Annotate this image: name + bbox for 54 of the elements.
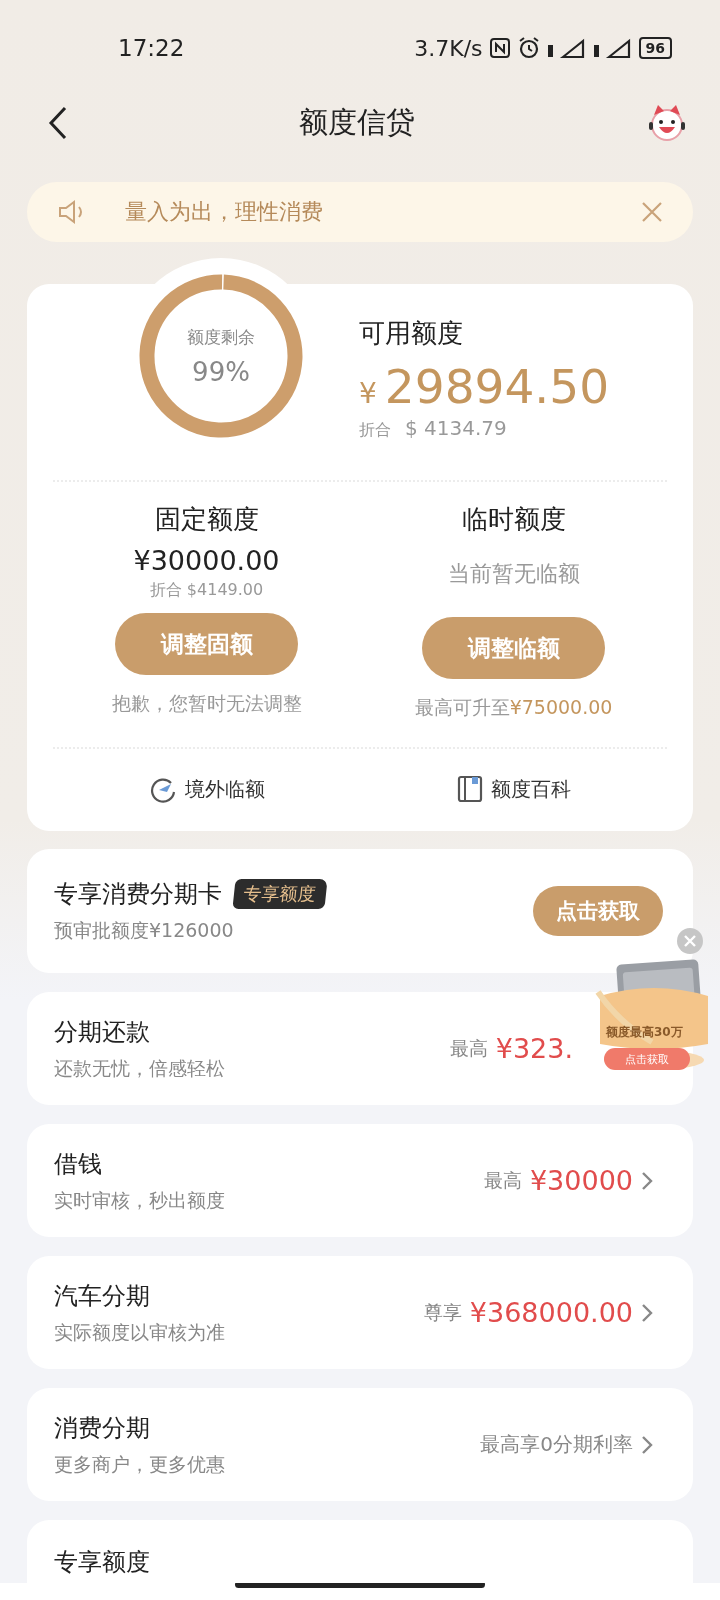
- quota-note: 当前暂无临额: [447, 560, 580, 588]
- promo-title: 专享消费分期卡: [54, 879, 222, 910]
- ring-value: 99%: [192, 356, 250, 387]
- converted-label: 折合: [359, 420, 391, 441]
- converted-amount: $ 4134.79: [405, 416, 507, 440]
- product-value: ¥368000.00: [469, 1297, 633, 1328]
- product-title: 消费分期: [54, 1412, 151, 1444]
- available-title: 可用额度: [359, 317, 464, 350]
- chevron-right-icon: [641, 1170, 653, 1191]
- ad-caption: 额度最高30万: [606, 1024, 683, 1041]
- promo-subtitle: 预审批额度¥126000: [54, 918, 235, 943]
- product-row[interactable]: 消费分期 更多商户，更多优惠 最高享0分期利率: [27, 1388, 693, 1501]
- product-title: 专享额度: [54, 1548, 150, 1576]
- nfc-icon: [488, 37, 511, 59]
- battery-level: 96: [638, 37, 672, 59]
- product-subtitle: 还款无忧，倍感轻松: [54, 1055, 226, 1081]
- network-speed: 3.7K/s: [414, 35, 483, 61]
- notice-text: 量入为出，理性消费: [125, 198, 324, 226]
- product-title: 借钱: [54, 1148, 103, 1180]
- quick-link[interactable]: 额度百科: [490, 775, 571, 803]
- status-time: 17:22: [118, 35, 185, 61]
- adjust-hint: 抱歉，您暂时无法调整: [111, 691, 302, 716]
- signal-icon: [592, 37, 633, 59]
- product-subtitle: 实时审核，秒出额度: [54, 1187, 226, 1213]
- mascot-icon[interactable]: [646, 103, 688, 143]
- product-row[interactable]: 借钱 实时审核，秒出额度 最高 ¥30000: [27, 1124, 693, 1237]
- product-value: 最高享0分期利率: [480, 1431, 633, 1458]
- chevron-right-icon: [641, 1302, 653, 1323]
- quick-link[interactable]: 境外临额: [184, 775, 265, 803]
- exclusive-tag: 专享额度: [232, 879, 328, 909]
- ring-label: 额度剩余: [187, 325, 255, 349]
- adjust-hint: 最高可升至¥75000.00: [414, 695, 613, 720]
- product-row[interactable]: 汽车分期 实际额度以审核为准 尊享 ¥368000.00: [27, 1256, 693, 1369]
- quota-type-title: 固定额度: [154, 503, 259, 536]
- quota-type-title: 临时额度: [461, 503, 566, 536]
- signal-icon: [546, 37, 587, 59]
- product-row[interactable]: 专享额度: [27, 1520, 693, 1583]
- product-title: 汽车分期: [54, 1280, 151, 1312]
- product-value: ¥30000: [529, 1165, 633, 1196]
- value-prefix: 最高: [449, 1035, 488, 1061]
- product-title: 分期还款: [54, 1016, 151, 1048]
- quota-amount: ¥30000.00: [133, 545, 280, 576]
- value-prefix: 尊享: [423, 1299, 462, 1325]
- product-subtitle: 实际额度以审核为准: [54, 1319, 226, 1345]
- product-value: ¥323.: [495, 1033, 573, 1064]
- product-subtitle: 更多商户，更多优惠: [54, 1451, 226, 1477]
- converted-note: 折合 $4149.00: [149, 580, 264, 601]
- value-prefix: 最高: [483, 1167, 522, 1193]
- back-icon[interactable]: [48, 106, 68, 140]
- chevron-right-icon: [641, 1434, 653, 1455]
- currency-sign: ¥: [359, 377, 377, 410]
- page-title: 额度信贷: [299, 104, 415, 141]
- available-amount: 29894.50: [384, 359, 610, 414]
- book-icon: [456, 775, 483, 803]
